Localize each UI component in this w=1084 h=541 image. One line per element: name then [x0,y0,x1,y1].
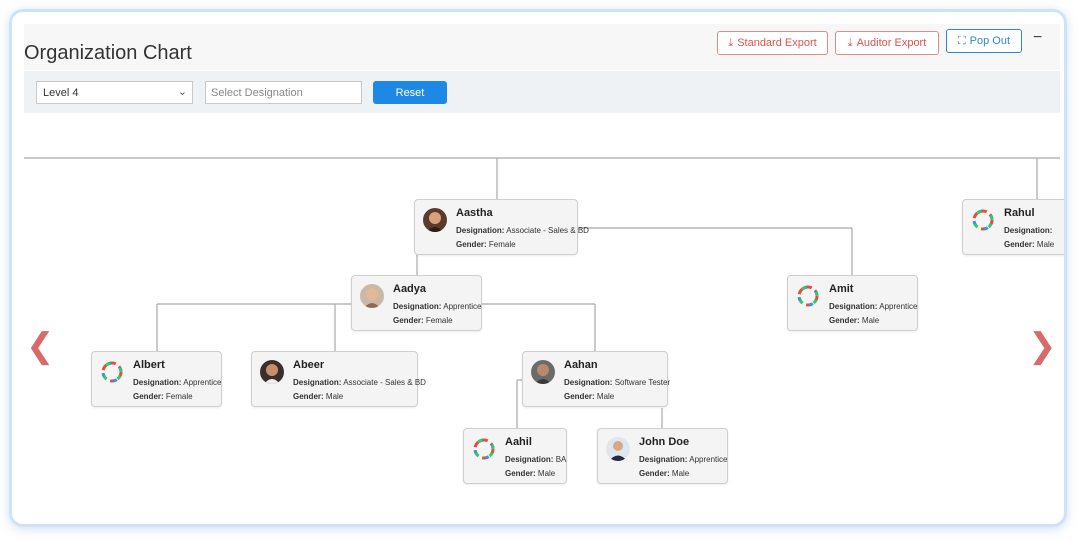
org-card-john-doe[interactable]: John Doe Designation: Apprentice Gender:… [597,428,728,484]
default-avatar-icon [971,208,995,232]
default-avatar-icon [796,284,820,308]
chevron-left-icon[interactable]: ❮ [26,326,55,366]
org-card-aahan[interactable]: Aahan Designation: Software Tester Gende… [522,351,670,407]
org-card-albert[interactable]: Albert Designation: Apprentice Gender: F… [91,351,222,407]
avatar [260,360,284,384]
chevron-right-icon[interactable]: ❯ [1028,326,1057,366]
org-card-aahil[interactable]: Aahil Designation: BA Gender: Male [463,428,567,484]
avatar [606,437,630,461]
org-card-abeer[interactable]: Abeer Designation: Associate - Sales & B… [251,351,426,407]
org-card-aastha[interactable]: Aastha Designation: Associate - Sales & … [414,199,589,255]
avatar [360,284,384,308]
org-card-amit[interactable]: Amit Designation: Apprentice Gender: Mal… [787,275,918,331]
default-avatar-icon [100,360,124,384]
avatar [423,208,447,232]
avatar [531,360,555,384]
org-card-rahul[interactable]: Rahul Designation: Gender: Male [962,199,1064,255]
org-card-aadya[interactable]: Aadya Designation: Apprentice Gender: Fe… [351,275,482,331]
default-avatar-icon [472,437,496,461]
org-chart-panel: Organization Chart ⤓ Standard Export ⤓ A… [9,9,1067,527]
